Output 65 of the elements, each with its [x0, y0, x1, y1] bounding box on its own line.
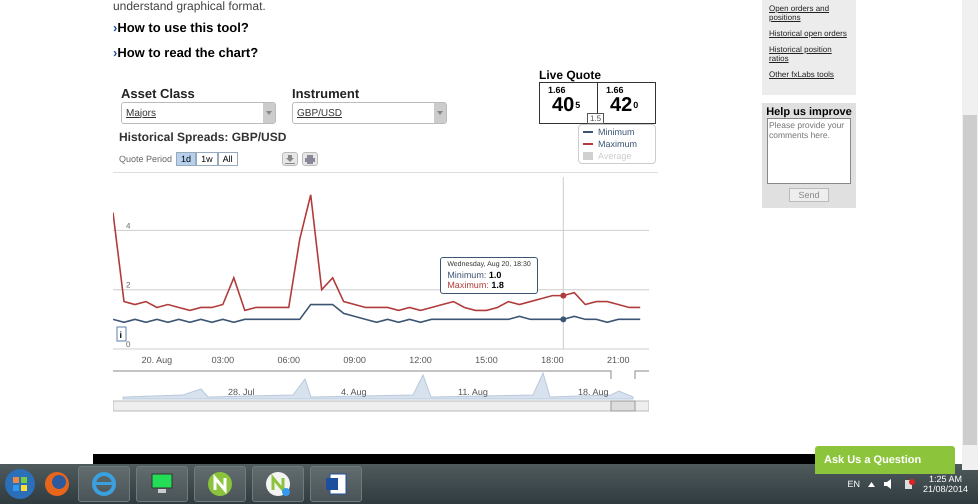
big-figure: 1.66 — [606, 85, 625, 95]
app-icon — [265, 471, 291, 497]
taskbar-button[interactable] — [194, 466, 246, 502]
browser-icon[interactable] — [42, 469, 72, 499]
comment-field[interactable]: Please provide your comments here. — [767, 118, 851, 184]
square-icon — [583, 152, 593, 160]
legend-item[interactable]: Maximum — [583, 139, 651, 149]
x-tick-label: 06:00 — [277, 355, 300, 365]
taskbar-button[interactable] — [136, 466, 188, 502]
x-tick-label: 12:00 — [409, 355, 432, 365]
scrollbar[interactable] — [962, 0, 978, 470]
start-icon[interactable] — [4, 468, 36, 500]
document-icon — [324, 472, 348, 496]
language-indicator[interactable]: EN — [847, 479, 860, 489]
download-icon — [284, 154, 295, 164]
chart-title: Historical Spreads: GBP/USD — [119, 130, 286, 144]
monitor-icon — [150, 473, 174, 495]
sidebar-link[interactable]: Historical open orders — [769, 29, 850, 38]
dropdown[interactable]: Majors — [121, 102, 276, 124]
period-tab[interactable]: 1d — [176, 152, 196, 166]
period-label: Quote Period — [119, 154, 172, 164]
flag-marker: i — [116, 326, 126, 342]
point-marker — [560, 292, 566, 299]
x-tick-label: 18:00 — [541, 355, 564, 365]
dropdown[interactable]: GBP/USD — [292, 102, 447, 124]
point-marker — [560, 316, 566, 322]
big-figure: 1.66 — [548, 85, 567, 95]
navigator-label: 28. Jul — [228, 387, 255, 397]
clock[interactable]: 1:25 AM 21/08/2014 — [922, 474, 968, 494]
field-label: Asset Class — [121, 86, 196, 101]
navigator-label: 11. Aug — [458, 387, 488, 397]
y-tick-label: 0 — [126, 340, 130, 349]
caret-icon — [266, 111, 272, 115]
help-link[interactable]: ›How to read the chart? — [113, 45, 658, 60]
period-tab[interactable]: All — [218, 152, 238, 166]
caret-icon — [437, 111, 443, 115]
x-tick-label: 20. Aug — [142, 355, 172, 365]
download-button[interactable] — [282, 152, 298, 166]
print-button[interactable] — [302, 152, 318, 166]
x-tick-label: 03:00 — [212, 355, 234, 365]
taskbar-button[interactable] — [252, 466, 304, 502]
x-tick-label: 21:00 — [606, 355, 630, 365]
sidebar-link[interactable]: Historical position ratios — [769, 45, 850, 63]
legend-item[interactable]: Minimum — [583, 127, 651, 137]
x-tick-label: 15:00 — [475, 355, 498, 365]
annotation: i — [120, 330, 122, 340]
chevron-up-icon[interactable] — [868, 482, 875, 486]
x-tick-label: 09:00 — [343, 355, 366, 365]
feedback-title: Help us improve — [766, 106, 852, 118]
y-tick-label: 4 — [126, 221, 130, 230]
app-icon — [207, 471, 233, 497]
navigator-label: 18. Aug — [578, 387, 609, 397]
globe-icon — [91, 471, 117, 497]
period-tab[interactable]: 1w — [196, 152, 218, 166]
y-tick-label: 2 — [126, 280, 130, 290]
live-quote-title: Live Quote — [539, 68, 602, 82]
spread-value: 1.5 — [587, 113, 604, 124]
power-icon[interactable] — [902, 478, 915, 490]
sidebar-link[interactable]: Open orders and positions — [769, 4, 850, 22]
taskbar-button[interactable] — [310, 466, 362, 502]
help-link[interactable]: ›How to use this tool? — [113, 20, 658, 35]
sidebar-link[interactable]: Other fxLabs tools — [769, 70, 850, 79]
navigator-label: 4. Aug — [341, 387, 367, 397]
field-label: Instrument — [292, 86, 360, 101]
intro-text: understand graphical format. — [113, 0, 267, 10]
